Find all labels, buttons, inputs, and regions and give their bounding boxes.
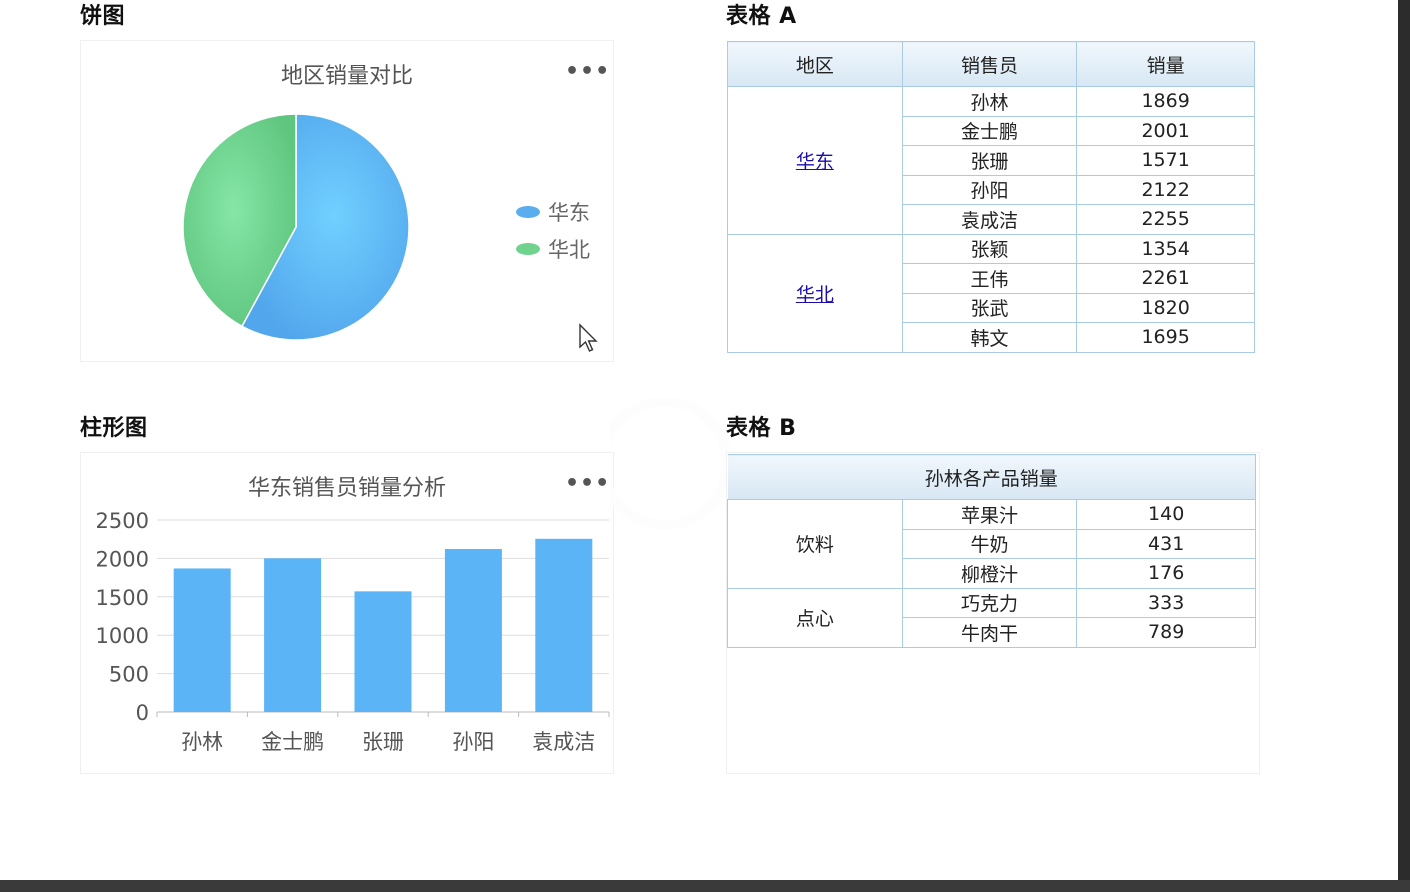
y-tick-label: 2000 xyxy=(96,547,149,571)
table-row: 点心 巧克力 333 xyxy=(727,587,1256,648)
sales-cell: 1820 xyxy=(1076,292,1255,323)
salesperson-cell: 韩文 xyxy=(901,322,1078,353)
sales-cell: 1695 xyxy=(1076,322,1255,353)
table-b-header-row: 孙林各产品销量 xyxy=(727,454,1256,500)
salesperson-cell: 袁成洁 xyxy=(901,204,1078,235)
table-a-header-row: 地区 销售员 销量 xyxy=(727,41,1255,87)
product-cell: 牛奶 xyxy=(901,528,1078,559)
table-a: 地区 销售员 销量 华东 孙林 1869 金士鹏 2001 张珊 1571 孙阳… xyxy=(727,41,1255,353)
sales-cell: 2255 xyxy=(1076,204,1255,235)
x-tick-label: 孙阳 xyxy=(452,730,494,754)
y-tick-label: 500 xyxy=(109,663,149,687)
bar-section-title: 柱形图 xyxy=(80,416,148,441)
y-tick-label: 1500 xyxy=(96,586,149,610)
salesperson-cell: 金士鹏 xyxy=(901,115,1078,146)
quantity-cell: 431 xyxy=(1076,528,1256,559)
sales-cell: 2001 xyxy=(1076,115,1255,146)
category-cell-drinks: 饮料 xyxy=(727,499,903,589)
pie-legend: 华东 华北 xyxy=(516,193,590,267)
table-a-card: 地区 销售员 销量 华东 孙林 1869 金士鹏 2001 张珊 1571 孙阳… xyxy=(726,40,1260,362)
salesperson-cell: 张珊 xyxy=(901,145,1078,176)
y-tick-label: 1000 xyxy=(96,624,149,648)
region-cell-east: 华东 xyxy=(727,86,903,235)
bar-chart-card: 华东销售员销量分析 ••• 0 500 1000 1500 2000 2500 孙林 金士鹏… xyxy=(80,452,614,774)
region-link-east[interactable]: 华东 xyxy=(796,151,834,173)
table-row: 华北 张颖 1354 xyxy=(727,233,1255,353)
quantity-cell: 333 xyxy=(1076,587,1256,618)
table-b-header: 孙林各产品销量 xyxy=(727,454,1256,500)
window-frame-right xyxy=(1398,0,1410,892)
sales-cell: 2122 xyxy=(1076,174,1255,205)
sales-cell: 1571 xyxy=(1076,145,1255,176)
legend-label-east: 华东 xyxy=(548,200,590,225)
y-tick-label: 0 xyxy=(136,701,149,725)
x-tick-label: 孙林 xyxy=(181,730,223,754)
x-tick-label: 袁成洁 xyxy=(532,730,595,754)
y-tick-label: 2500 xyxy=(96,509,149,533)
bar[interactable] xyxy=(535,538,593,712)
salesperson-cell: 张武 xyxy=(901,292,1078,323)
sales-cell: 1354 xyxy=(1076,233,1255,264)
salesperson-cell: 张颖 xyxy=(901,233,1078,264)
legend-swatch-north xyxy=(516,242,540,255)
table-a-header-salesperson: 销售员 xyxy=(901,41,1078,87)
region-link-north[interactable]: 华北 xyxy=(796,284,834,306)
window-frame-bottom xyxy=(0,880,1410,892)
mouse-cursor-icon xyxy=(579,323,598,352)
legend-item-east[interactable]: 华东 xyxy=(516,193,590,230)
x-tick-label: 金士鹏 xyxy=(261,730,324,754)
salesperson-cell: 孙阳 xyxy=(901,174,1078,205)
legend-swatch-east xyxy=(516,205,540,218)
table-row: 华东 孙林 1869 xyxy=(727,86,1255,235)
sales-cell: 2261 xyxy=(1076,263,1255,294)
category-cell-snacks: 点心 xyxy=(727,587,903,648)
sales-cell: 1869 xyxy=(1076,86,1255,117)
quantity-cell: 176 xyxy=(1076,558,1256,589)
product-cell: 苹果汁 xyxy=(901,499,1078,530)
table-a-header-region: 地区 xyxy=(727,41,903,87)
x-tick-label: 张珊 xyxy=(362,730,404,754)
bar[interactable] xyxy=(173,568,231,712)
region-cell-north: 华北 xyxy=(727,233,903,353)
bar[interactable] xyxy=(264,558,322,712)
pie-chart-card: 地区销量对比 ••• 华东 华北 xyxy=(80,40,614,362)
table-b: 孙林各产品销量 饮料 苹果汁 140 牛奶 431 柳橙汁 176 点心 巧克力… xyxy=(727,454,1256,648)
bar[interactable] xyxy=(354,591,412,712)
legend-label-north: 华北 xyxy=(548,237,590,262)
pie-section-title: 饼图 xyxy=(80,4,126,29)
bar-chart-svg: 0 500 1000 1500 2000 2500 孙林 金士鹏 张珊 孙阳 袁成洁 xyxy=(96,509,610,754)
salesperson-cell: 孙林 xyxy=(901,86,1078,117)
bar[interactable] xyxy=(444,549,502,712)
table-b-card: 孙林各产品销量 饮料 苹果汁 140 牛奶 431 柳橙汁 176 点心 巧克力… xyxy=(726,452,1260,774)
quantity-cell: 140 xyxy=(1076,499,1256,530)
table-a-header-sales: 销量 xyxy=(1076,41,1255,87)
table-row: 饮料 苹果汁 140 xyxy=(727,499,1256,589)
salesperson-cell: 王伟 xyxy=(901,263,1078,294)
table-a-title: 表格 A xyxy=(726,4,797,29)
product-cell: 柳橙汁 xyxy=(901,558,1078,589)
product-cell: 巧克力 xyxy=(901,587,1078,618)
product-cell: 牛肉干 xyxy=(901,617,1078,648)
quantity-cell: 789 xyxy=(1076,617,1256,648)
legend-item-north[interactable]: 华北 xyxy=(516,230,590,267)
